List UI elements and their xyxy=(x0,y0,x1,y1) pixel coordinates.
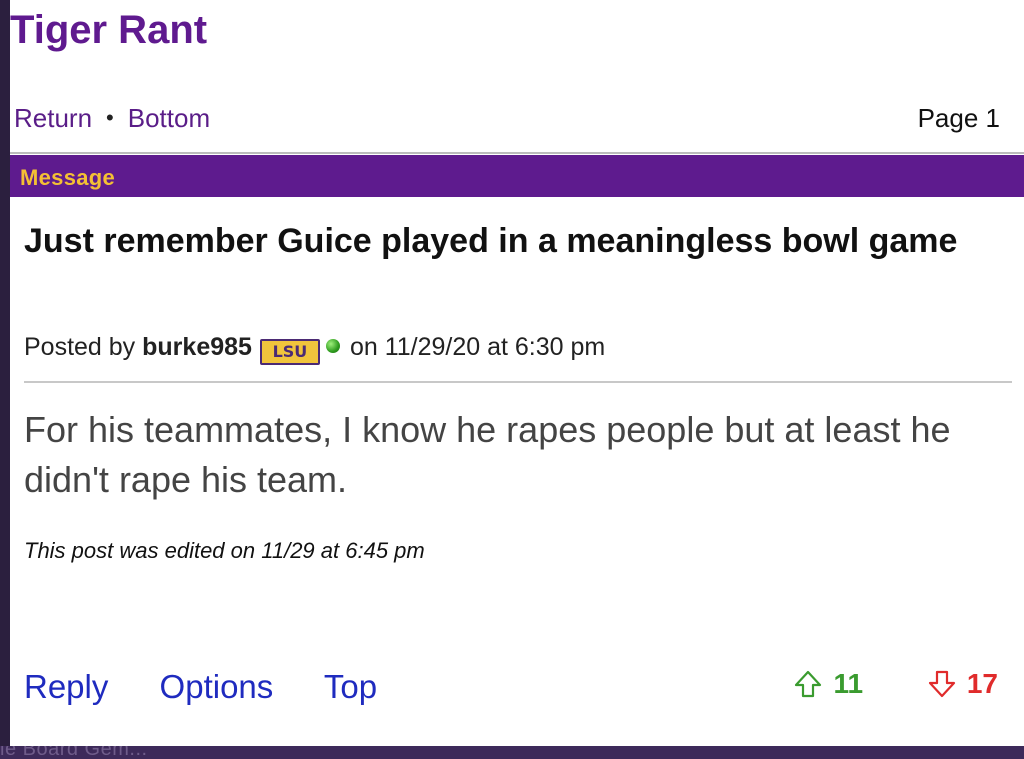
return-link[interactable]: Return xyxy=(14,103,92,133)
message-header-bar: Message xyxy=(10,155,1024,197)
options-button[interactable]: Options xyxy=(160,668,274,705)
username-link[interactable]: burke985 xyxy=(142,333,252,361)
downvote-button[interactable]: 17 xyxy=(927,668,998,700)
post-byline: Posted by burke985 LSU on 11/29/20 at 6:30… xyxy=(24,333,605,365)
site-title[interactable]: Tiger Rant xyxy=(10,8,207,53)
post-title: Just remember Guice played in a meaningl… xyxy=(24,222,958,260)
post-body: For his teammates, I know he rapes peopl… xyxy=(24,409,951,500)
nav-separator: • xyxy=(106,105,114,130)
arrow-up-icon xyxy=(795,670,822,698)
post-timestamp: on 11/29/20 at 6:30 pm xyxy=(349,333,606,361)
upvote-button[interactable]: 11 xyxy=(793,668,863,700)
arrow-down-icon xyxy=(928,670,955,698)
posted-by-prefix: Posted by xyxy=(24,333,136,361)
top-nav: Return • Bottom xyxy=(14,103,210,134)
background-page-strip: le Board Gem... xyxy=(0,746,1024,759)
divider xyxy=(24,381,1012,383)
reply-button[interactable]: Reply xyxy=(24,668,108,705)
upvote-count: 11 xyxy=(833,668,864,699)
edit-note: This post was edited on 11/29 at 6:45 pm xyxy=(24,538,425,563)
background-snippet: le Board Gem... xyxy=(0,746,148,759)
top-button[interactable]: Top xyxy=(324,668,377,705)
bottom-link[interactable]: Bottom xyxy=(128,103,210,133)
divider xyxy=(10,152,1024,154)
message-label: Message xyxy=(20,165,116,190)
post-actions: Reply Options Top xyxy=(24,668,419,706)
page-indicator: Page 1 xyxy=(917,103,1000,133)
team-badge: LSU xyxy=(259,339,320,365)
vote-controls: 11 17 xyxy=(793,668,998,706)
downvote-count: 17 xyxy=(966,668,998,699)
left-rail xyxy=(0,0,10,746)
online-status-icon xyxy=(325,339,340,353)
